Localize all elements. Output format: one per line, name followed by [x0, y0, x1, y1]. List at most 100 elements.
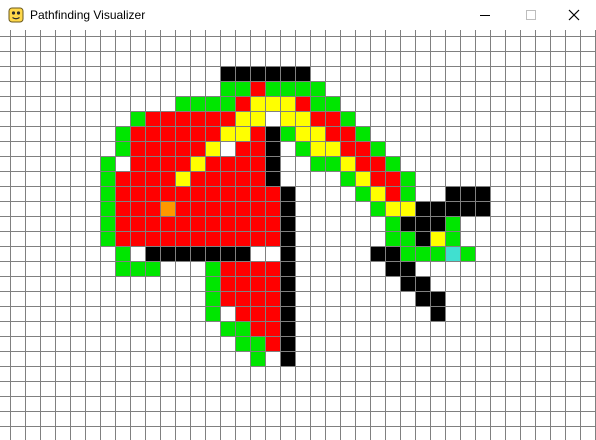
grid-cell-open[interactable]	[235, 81, 250, 96]
grid-cell-path[interactable]	[295, 126, 310, 141]
grid-cell-barrier[interactable]	[220, 246, 235, 261]
grid-cell-closed[interactable]	[265, 276, 280, 291]
grid-cell-closed[interactable]	[250, 261, 265, 276]
grid-cell-barrier[interactable]	[280, 186, 295, 201]
grid-cell-closed[interactable]	[115, 216, 130, 231]
grid-cell-open[interactable]	[205, 291, 220, 306]
grid-cell-open[interactable]	[130, 111, 145, 126]
grid-cell-closed[interactable]	[265, 201, 280, 216]
grid-cell-barrier[interactable]	[400, 276, 415, 291]
grid-cell-path[interactable]	[280, 96, 295, 111]
grid-cell-closed[interactable]	[250, 291, 265, 306]
minimize-button[interactable]	[462, 0, 508, 30]
grid-cell-closed[interactable]	[145, 126, 160, 141]
grid-cell-open[interactable]	[400, 231, 415, 246]
grid-cell-closed[interactable]	[265, 216, 280, 231]
grid-cell-closed[interactable]	[310, 111, 325, 126]
grid-cell-closed[interactable]	[265, 186, 280, 201]
grid-cell-barrier[interactable]	[370, 246, 385, 261]
grid-cell-path[interactable]	[220, 126, 235, 141]
grid-cell-barrier[interactable]	[280, 261, 295, 276]
grid-cell-closed[interactable]	[250, 216, 265, 231]
grid-cell-closed[interactable]	[265, 306, 280, 321]
grid-cell-barrier[interactable]	[280, 351, 295, 366]
grid-cell-open[interactable]	[235, 321, 250, 336]
grid-cell-barrier[interactable]	[235, 66, 250, 81]
grid-cell-closed[interactable]	[265, 231, 280, 246]
grid-cell-closed[interactable]	[190, 111, 205, 126]
grid-cell-barrier[interactable]	[460, 201, 475, 216]
grid-cell-barrier[interactable]	[385, 261, 400, 276]
grid-cell-open[interactable]	[370, 141, 385, 156]
grid-canvas[interactable]	[0, 30, 596, 440]
grid-cell-closed[interactable]	[160, 126, 175, 141]
grid-cell-barrier[interactable]	[175, 246, 190, 261]
grid-cell-closed[interactable]	[160, 111, 175, 126]
grid-cell-closed[interactable]	[220, 111, 235, 126]
grid-cell-open[interactable]	[310, 81, 325, 96]
grid-cell-closed[interactable]	[130, 231, 145, 246]
grid-cell-open[interactable]	[385, 156, 400, 171]
grid-cell-barrier[interactable]	[220, 66, 235, 81]
grid-cell-closed[interactable]	[130, 126, 145, 141]
grid-cell-open[interactable]	[190, 96, 205, 111]
grid-cell-path[interactable]	[340, 156, 355, 171]
grid-cell-closed[interactable]	[265, 321, 280, 336]
grid-cell-open[interactable]	[175, 96, 190, 111]
grid-cell-open[interactable]	[460, 246, 475, 261]
grid-cell-path[interactable]	[205, 141, 220, 156]
grid-cell-barrier[interactable]	[415, 231, 430, 246]
grid-cell-closed[interactable]	[145, 141, 160, 156]
pathfinding-grid[interactable]	[0, 30, 596, 440]
grid-cell-open[interactable]	[100, 186, 115, 201]
grid-cell-closed[interactable]	[145, 216, 160, 231]
grid-cell-open[interactable]	[385, 231, 400, 246]
grid-cell-end[interactable]	[445, 246, 460, 261]
grid-cell-barrier[interactable]	[475, 186, 490, 201]
grid-cell-closed[interactable]	[190, 216, 205, 231]
grid-cell-closed[interactable]	[160, 231, 175, 246]
grid-cell-closed[interactable]	[250, 81, 265, 96]
grid-cell-barrier[interactable]	[235, 246, 250, 261]
close-button[interactable]	[551, 0, 596, 30]
grid-cell-barrier[interactable]	[475, 201, 490, 216]
grid-cell-barrier[interactable]	[280, 321, 295, 336]
grid-cell-open[interactable]	[400, 171, 415, 186]
grid-cell-closed[interactable]	[220, 276, 235, 291]
grid-cell-closed[interactable]	[160, 141, 175, 156]
grid-cell-open[interactable]	[145, 261, 160, 276]
grid-cell-barrier[interactable]	[430, 216, 445, 231]
grid-cell-closed[interactable]	[370, 156, 385, 171]
grid-cell-closed[interactable]	[220, 186, 235, 201]
grid-cell-open[interactable]	[115, 246, 130, 261]
grid-cell-barrier[interactable]	[280, 336, 295, 351]
grid-cell-closed[interactable]	[355, 141, 370, 156]
grid-cell-barrier[interactable]	[415, 201, 430, 216]
grid-cell-open[interactable]	[325, 156, 340, 171]
grid-cell-closed[interactable]	[205, 111, 220, 126]
grid-cell-closed[interactable]	[235, 216, 250, 231]
grid-cell-barrier[interactable]	[280, 276, 295, 291]
grid-cell-path[interactable]	[190, 156, 205, 171]
grid-cell-path[interactable]	[250, 96, 265, 111]
grid-cell-closed[interactable]	[130, 186, 145, 201]
grid-cell-closed[interactable]	[235, 231, 250, 246]
grid-cell-closed[interactable]	[250, 141, 265, 156]
grid-cell-open[interactable]	[100, 156, 115, 171]
grid-cell-open[interactable]	[340, 171, 355, 186]
grid-cell-closed[interactable]	[235, 156, 250, 171]
title-bar[interactable]: Pathfinding Visualizer	[0, 0, 596, 30]
grid-cell-barrier[interactable]	[400, 261, 415, 276]
grid-cell-path[interactable]	[250, 111, 265, 126]
grid-cell-start[interactable]	[160, 201, 175, 216]
grid-cell-closed[interactable]	[130, 171, 145, 186]
grid-cell-closed[interactable]	[220, 201, 235, 216]
grid-cell-closed[interactable]	[250, 126, 265, 141]
grid-cell-closed[interactable]	[235, 261, 250, 276]
grid-cell-barrier[interactable]	[295, 66, 310, 81]
grid-cell-open[interactable]	[415, 246, 430, 261]
grid-cell-open[interactable]	[400, 186, 415, 201]
grid-cell-barrier[interactable]	[280, 201, 295, 216]
grid-cell-closed[interactable]	[265, 261, 280, 276]
grid-cell-path[interactable]	[175, 171, 190, 186]
